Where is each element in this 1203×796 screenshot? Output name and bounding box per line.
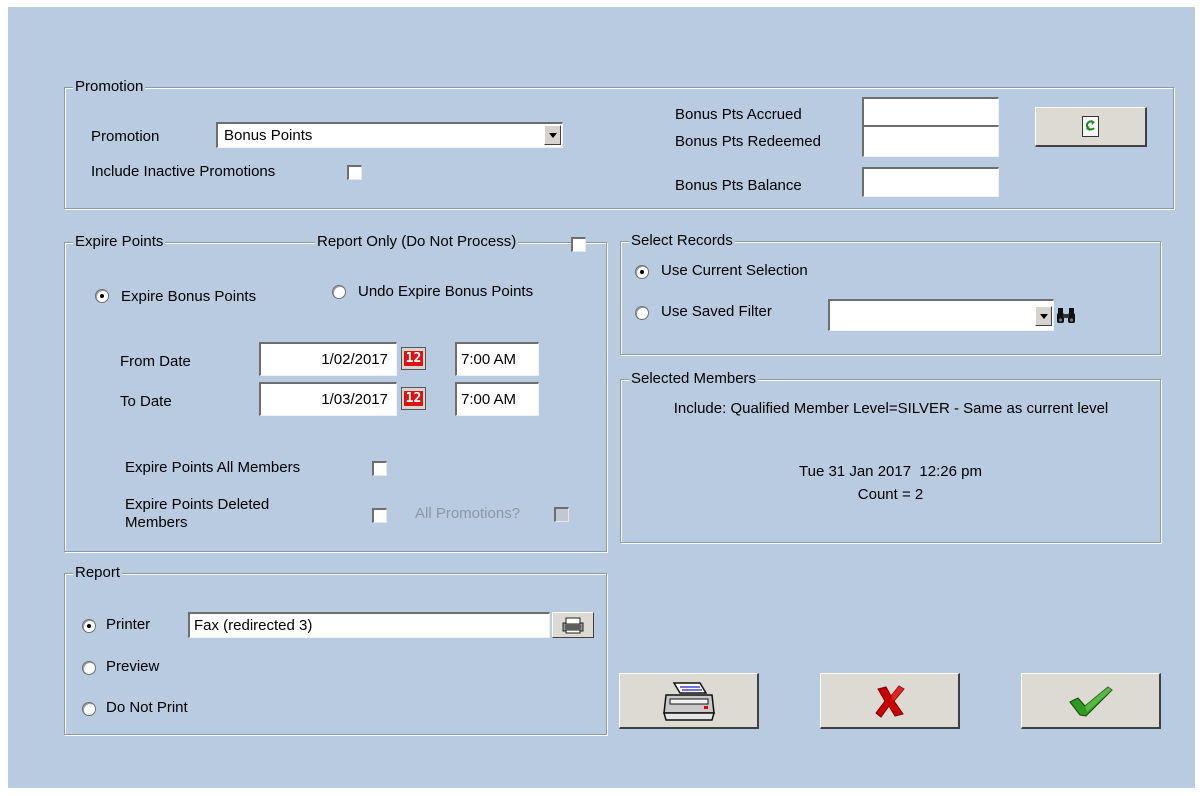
deleted-members-checkbox[interactable] <box>372 508 387 523</box>
from-time-value: 7:00 AM <box>461 351 517 368</box>
saved-filter-dropdown-button[interactable] <box>1035 306 1052 326</box>
report-group: Report Printer Fax (redirected 3) Previe… <box>64 564 607 735</box>
to-date-label: To Date <box>120 393 172 410</box>
include-inactive-label: Include Inactive Promotions <box>91 163 276 180</box>
bonus-redeemed-label: Bonus Pts Redeemed <box>675 133 821 150</box>
bonus-balance-field[interactable] <box>862 167 999 197</box>
bonus-accrued-label: Bonus Pts Accrued <box>675 106 802 123</box>
calendar-icon-text: 12 <box>403 351 424 366</box>
preview-radio[interactable] <box>82 661 96 675</box>
ok-button[interactable] <box>1021 673 1161 729</box>
report-only-checkbox[interactable] <box>571 237 586 252</box>
all-promotions-checkbox[interactable] <box>554 507 569 522</box>
from-time-field[interactable]: 7:00 AM <box>455 342 539 376</box>
cancel-button[interactable] <box>820 673 960 729</box>
promotion-select[interactable]: Bonus Points <box>216 122 563 148</box>
chevron-down-icon <box>1039 313 1048 319</box>
preview-label: Preview <box>106 658 160 675</box>
selected-members-legend: Selected Members <box>629 370 759 387</box>
select-records-group: Select Records Use Current Selection Use… <box>620 232 1161 355</box>
do-not-print-label: Do Not Print <box>106 699 188 716</box>
printer-value: Fax (redirected 3) <box>194 617 313 634</box>
from-date-value: 1/02/2017 <box>321 351 388 368</box>
printer-label: Printer <box>106 616 151 633</box>
green-check-icon <box>1068 685 1113 717</box>
promotion-dropdown-button[interactable] <box>544 125 561 145</box>
expire-points-legend: Expire Points <box>73 233 166 250</box>
report-only-label: Report Only (Do Not Process) <box>315 233 519 250</box>
to-time-value: 7:00 AM <box>461 391 517 408</box>
do-not-print-radio[interactable] <box>82 702 96 716</box>
from-date-field[interactable]: 1/02/2017 <box>259 342 397 376</box>
from-date-calendar-icon[interactable]: 12 <box>401 347 426 370</box>
expire-bonus-label: Expire Bonus Points <box>121 288 257 305</box>
include-inactive-checkbox[interactable] <box>347 165 362 180</box>
selection-timestamp: Tue 31 Jan 2017 12:26 pm <box>799 463 982 480</box>
use-current-label: Use Current Selection <box>661 262 808 279</box>
find-filter-button[interactable] <box>1054 304 1078 328</box>
use-saved-label: Use Saved Filter <box>661 303 772 320</box>
chevron-down-icon <box>548 132 557 138</box>
all-promotions-label: All Promotions? <box>415 505 521 522</box>
promotion-group-legend: Promotion <box>73 78 146 95</box>
calendar-icon-text: 12 <box>403 391 424 406</box>
form-window: Promotion Promotion Bonus Points Include… <box>8 7 1195 788</box>
saved-filter-select[interactable] <box>828 299 1054 331</box>
from-date-label: From Date <box>120 353 191 370</box>
expire-bonus-radio[interactable] <box>95 289 109 303</box>
binoculars-icon <box>1057 308 1075 323</box>
selected-members-group: Selected Members Include: Qualified Memb… <box>620 370 1161 543</box>
use-current-radio[interactable] <box>635 265 649 279</box>
use-saved-radio[interactable] <box>635 306 649 320</box>
bonus-redeemed-field[interactable] <box>862 125 999 157</box>
printer-icon <box>662 681 715 721</box>
promotion-group: Promotion Promotion Bonus Points Include… <box>64 78 1174 209</box>
all-members-checkbox[interactable] <box>372 461 387 476</box>
selection-count: Count = 2 <box>857 486 924 503</box>
to-date-value: 1/03/2017 <box>321 391 388 408</box>
to-time-field[interactable]: 7:00 AM <box>455 382 539 416</box>
selection-criteria: Include: Qualified Member Level=SILVER -… <box>673 400 1109 417</box>
undo-expire-label: Undo Expire Bonus Points <box>358 283 534 300</box>
expire-points-group: Expire Points Report Only (Do Not Proces… <box>64 233 607 552</box>
bonus-balance-label: Bonus Pts Balance <box>675 177 802 194</box>
promotion-label: Promotion <box>91 128 160 145</box>
printer-field[interactable]: Fax (redirected 3) <box>188 612 550 638</box>
to-date-calendar-icon[interactable]: 12 <box>401 387 426 410</box>
report-legend: Report <box>73 564 123 581</box>
printer-setup-button[interactable] <box>552 612 594 638</box>
to-date-field[interactable]: 1/03/2017 <box>259 382 397 416</box>
all-members-label: Expire Points All Members <box>125 459 301 476</box>
printer-radio[interactable] <box>82 619 96 633</box>
undo-expire-radio[interactable] <box>332 285 346 299</box>
refresh-icon <box>1082 116 1099 137</box>
deleted-members-label: Expire Points Deleted Members <box>125 496 270 531</box>
print-button[interactable] <box>619 673 759 729</box>
printer-setup-icon <box>562 617 584 634</box>
promotion-select-value: Bonus Points <box>224 127 313 144</box>
red-x-icon <box>874 684 905 718</box>
refresh-button[interactable] <box>1035 107 1147 147</box>
select-records-legend: Select Records <box>629 232 735 249</box>
